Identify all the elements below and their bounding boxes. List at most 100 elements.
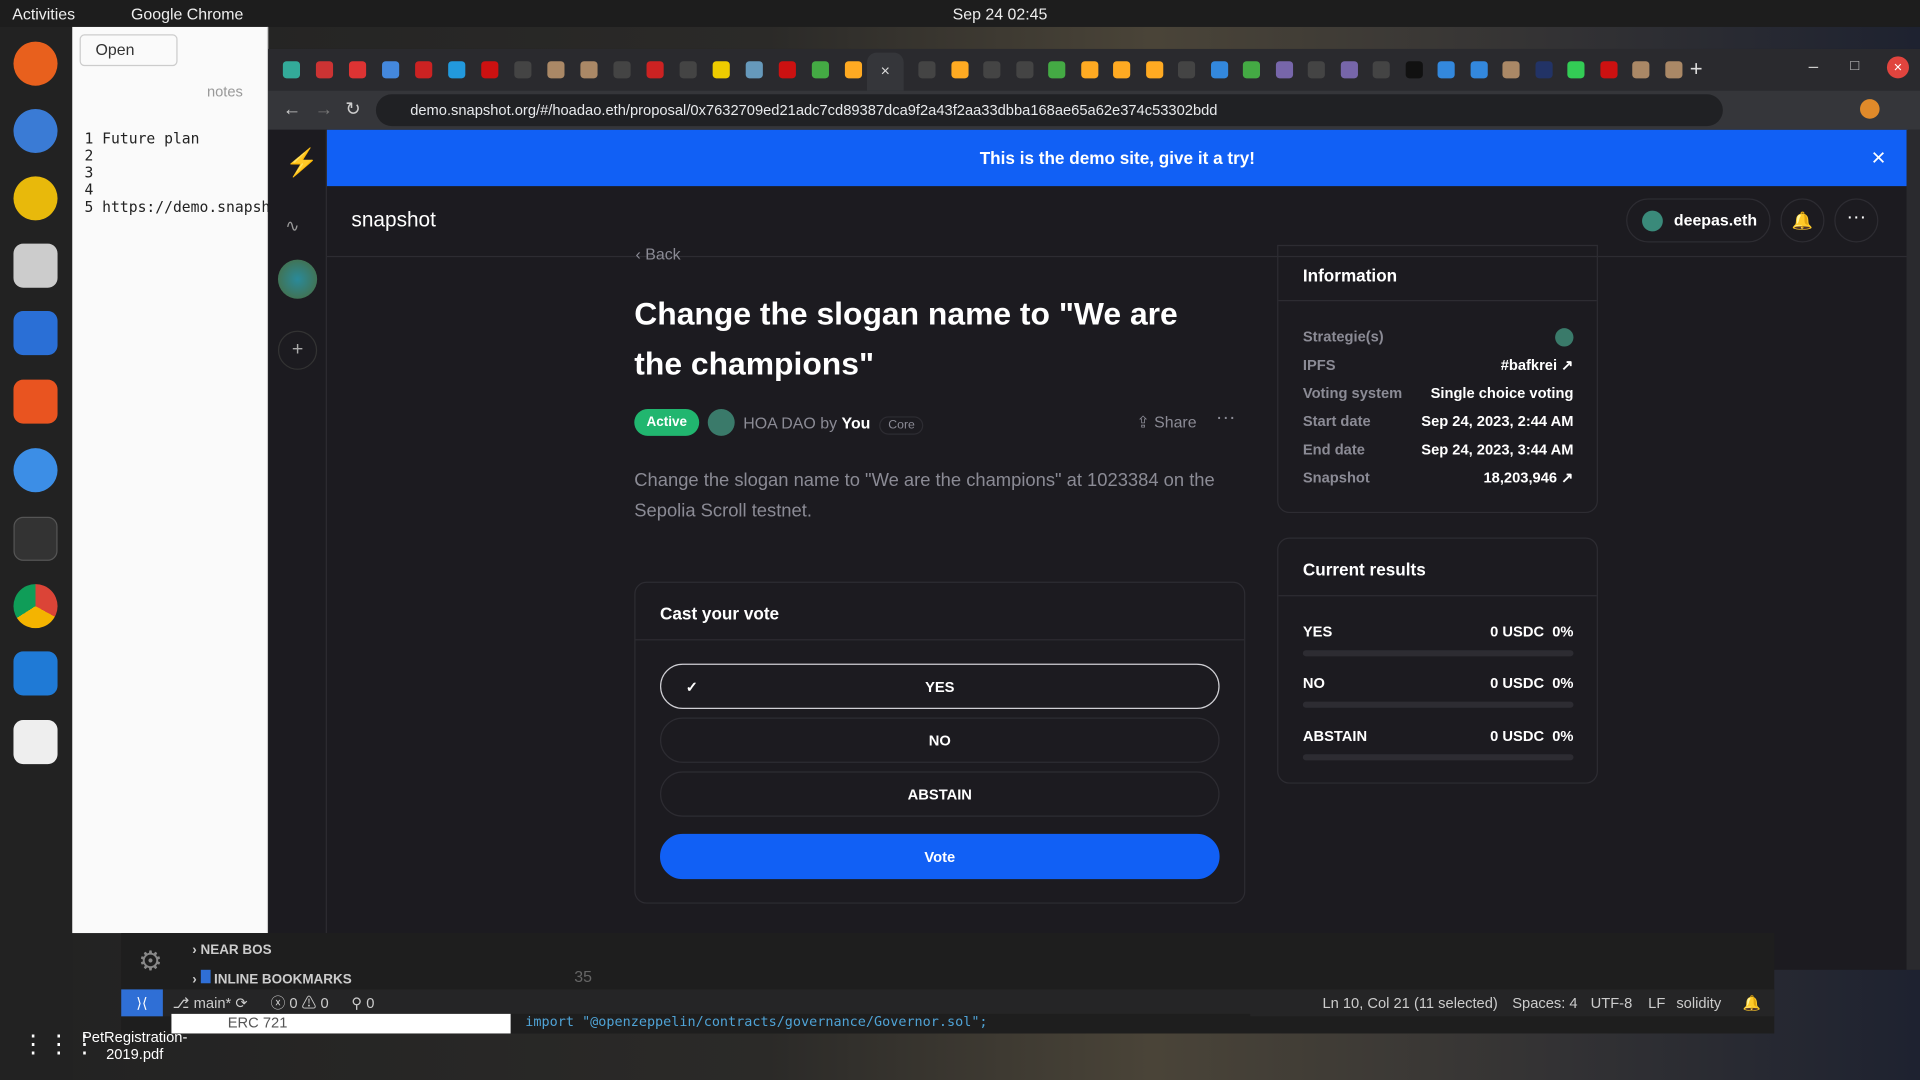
cursor-position[interactable]: Ln 10, Col 21 (11 selected) <box>1322 989 1497 1016</box>
browser-tab[interactable] <box>448 61 466 79</box>
activity-icon[interactable]: ∿ <box>285 216 299 237</box>
vote-option-no[interactable]: NO <box>660 717 1220 763</box>
close-banner-icon[interactable]: × <box>1871 130 1885 186</box>
account-button[interactable]: deepas.eth <box>1626 198 1771 243</box>
reload-icon[interactable]: ↻ <box>345 98 360 120</box>
app-menu[interactable]: Google Chrome <box>131 5 243 23</box>
desktop-file-pdf[interactable]: PetRegistration-2019.pdf <box>76 1029 194 1063</box>
author-link[interactable]: You <box>842 414 871 432</box>
help-icon[interactable] <box>13 448 58 493</box>
back-link[interactable]: ‹ Back <box>636 245 681 263</box>
settings-gear-icon[interactable]: ⚙ <box>138 945 162 977</box>
browser-tab[interactable] <box>1372 61 1390 79</box>
forward-icon[interactable]: → <box>315 99 333 120</box>
browser-tab[interactable] <box>1210 61 1228 79</box>
browser-tab[interactable] <box>983 61 1001 79</box>
browser-tab[interactable] <box>646 61 664 79</box>
browser-tab[interactable] <box>1015 61 1033 79</box>
browser-tab[interactable] <box>382 61 400 79</box>
maximize-icon[interactable]: □ <box>1850 56 1859 73</box>
browser-tab[interactable] <box>918 61 936 79</box>
browser-tab[interactable] <box>315 61 334 79</box>
ipfs-link[interactable]: #bafkrei ↗ <box>1501 356 1574 373</box>
browser-tab[interactable] <box>778 61 796 79</box>
software-icon[interactable] <box>13 379 58 424</box>
firefox-icon[interactable] <box>13 41 58 86</box>
snapshot-block-link[interactable]: 18,203,946 ↗ <box>1484 469 1574 486</box>
minimize-icon[interactable]: – <box>1809 56 1819 76</box>
notes-text[interactable]: 1 Future plan 2 3 4 5 https://demo.snapsh <box>84 113 270 216</box>
browser-tab[interactable] <box>282 61 301 79</box>
back-icon[interactable]: ← <box>283 99 301 120</box>
brand[interactable]: snapshot <box>351 208 435 232</box>
writer-icon[interactable] <box>13 311 58 356</box>
erc-select[interactable]: ERC 721 <box>171 1013 511 1034</box>
close-tab-icon[interactable]: × <box>881 61 890 79</box>
active-tab[interactable]: × <box>866 52 904 91</box>
browser-tab[interactable] <box>712 61 730 79</box>
rhythmbox-icon[interactable] <box>13 176 58 221</box>
browser-tab[interactable] <box>1340 61 1358 79</box>
browser-tab[interactable] <box>811 61 829 79</box>
url-input[interactable]: demo.snapshot.org/#/hoadao.eth/proposal/… <box>375 94 1723 127</box>
thunderbird-icon[interactable] <box>13 108 58 154</box>
browser-tab[interactable] <box>844 61 863 79</box>
browser-tab[interactable] <box>1664 61 1682 79</box>
browser-tab[interactable] <box>1307 61 1325 79</box>
language-mode[interactable]: solidity <box>1676 989 1721 1016</box>
browser-tab[interactable] <box>1242 61 1261 79</box>
browser-tab[interactable] <box>1502 61 1520 79</box>
encoding[interactable]: UTF-8 <box>1591 989 1633 1016</box>
share-button[interactable]: ⇪ Share <box>1136 413 1196 433</box>
files-icon[interactable] <box>13 243 58 288</box>
snapshot-logo-icon[interactable]: ⚡ <box>285 147 319 179</box>
vscode-icon[interactable] <box>13 651 58 696</box>
browser-tab[interactable] <box>1145 61 1163 79</box>
browser-tab[interactable] <box>1113 61 1131 79</box>
browser-tab[interactable] <box>1405 61 1423 79</box>
git-branch[interactable]: ⎇ main* ⟳ <box>173 989 248 1016</box>
browser-tab[interactable] <box>1048 61 1066 79</box>
browser-tab[interactable] <box>679 61 697 79</box>
tree-item-near[interactable]: › NEAR BOS <box>192 943 271 958</box>
notifications-bell-icon[interactable]: 🔔 <box>1780 198 1825 243</box>
page-scrollbar[interactable] <box>1906 129 1920 970</box>
space-link[interactable]: HOA DAO <box>743 414 816 432</box>
proposal-more-icon[interactable]: ··· <box>1216 408 1236 430</box>
add-space-icon[interactable]: + <box>277 330 318 370</box>
browser-tab[interactable] <box>745 61 763 79</box>
browser-tab[interactable] <box>580 61 598 79</box>
ports-count[interactable]: ⚲ 0 <box>351 989 374 1016</box>
chrome-icon[interactable] <box>13 584 58 629</box>
browser-tab[interactable] <box>547 61 565 79</box>
browser-tab[interactable] <box>514 61 532 79</box>
browser-tab[interactable] <box>1599 61 1617 79</box>
browser-tab[interactable] <box>1177 61 1196 79</box>
browser-tab[interactable] <box>348 61 367 79</box>
browser-tab[interactable] <box>1567 61 1585 79</box>
new-tab-icon[interactable]: + <box>1690 56 1703 82</box>
space-avatar[interactable] <box>277 259 318 299</box>
browser-tab[interactable] <box>950 61 968 79</box>
code-line[interactable]: import "@openzeppelin/contracts/governan… <box>510 1013 1251 1034</box>
window-close-icon[interactable]: × <box>1886 56 1909 79</box>
indentation[interactable]: Spaces: 4 <box>1512 989 1577 1016</box>
problems-count[interactable]: ⓧ 0 ⚠ 0 <box>271 989 329 1016</box>
browser-tab[interactable] <box>1470 61 1488 79</box>
browser-tab[interactable] <box>1437 61 1455 79</box>
browser-tab[interactable] <box>613 61 631 79</box>
notification-icon[interactable]: 🔔 <box>1742 989 1760 1016</box>
browser-tab[interactable] <box>481 61 499 79</box>
more-menu-icon[interactable]: ··· <box>1834 198 1879 243</box>
tree-item-bookmarks[interactable]: › INLINE BOOKMARKS <box>192 969 352 987</box>
browser-tab[interactable] <box>1275 61 1293 79</box>
remote-icon[interactable]: ⟩⟨ <box>121 989 163 1017</box>
terminal-icon[interactable] <box>13 516 58 561</box>
browser-tab[interactable] <box>415 61 433 79</box>
activities-button[interactable]: Activities <box>12 5 75 23</box>
vote-option-abstain[interactable]: ABSTAIN <box>660 771 1220 817</box>
eol[interactable]: LF <box>1648 989 1665 1016</box>
vote-option-yes[interactable]: ✓ YES <box>660 663 1220 709</box>
profile-avatar[interactable] <box>1860 99 1880 119</box>
browser-tab[interactable] <box>1534 61 1553 79</box>
